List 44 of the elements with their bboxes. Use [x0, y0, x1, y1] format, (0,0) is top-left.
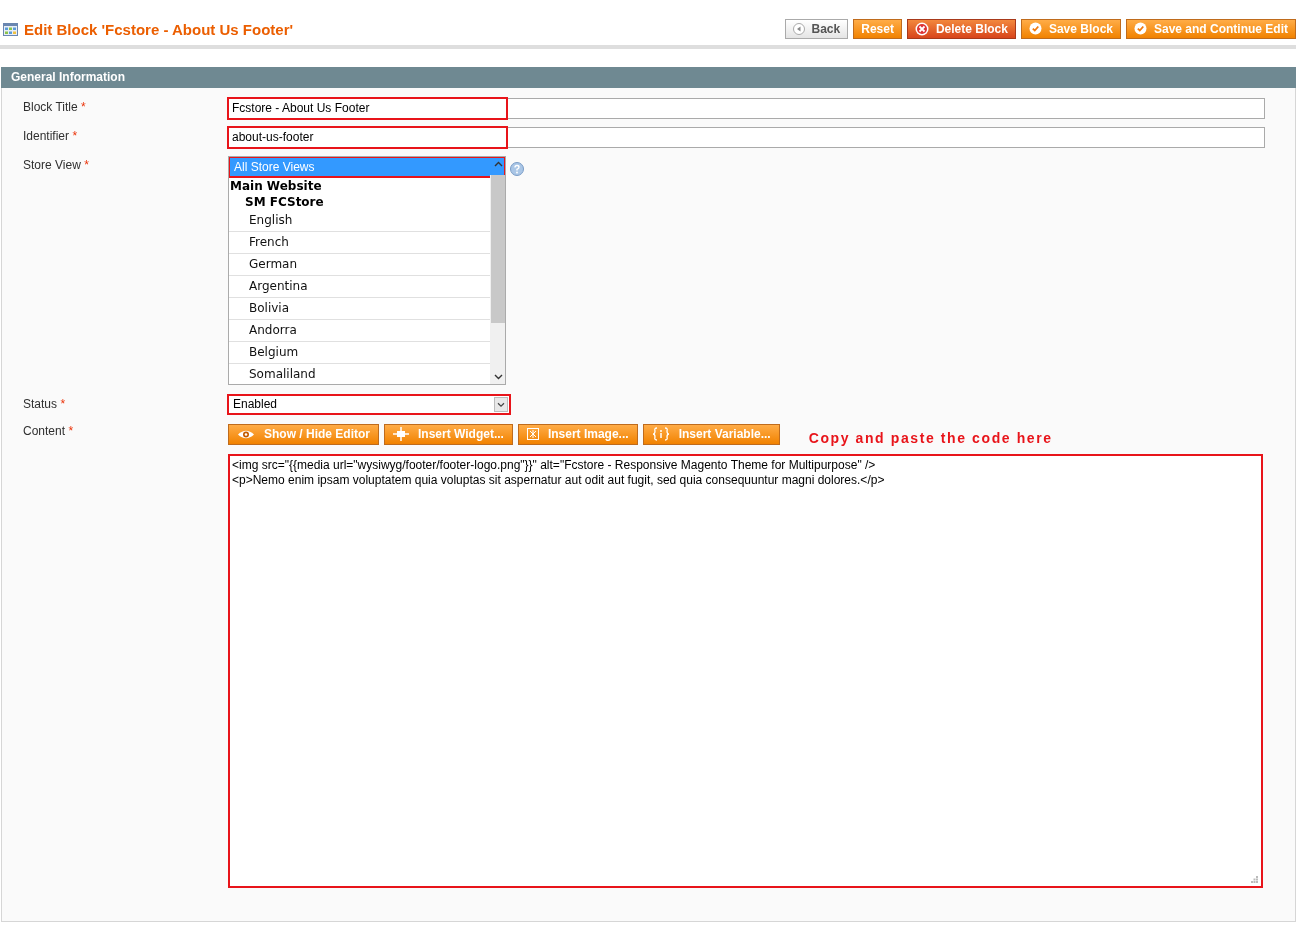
store-option[interactable]: Bolivia: [229, 298, 490, 320]
section-header: General Information: [1, 67, 1296, 88]
field-label: Identifier: [23, 129, 70, 143]
instruction-note: Copy and paste the code here: [808, 430, 1053, 446]
store-view-list[interactable]: All Store Views Main Website SM FCStore English French German Argentina Bolivia Andorra Belgium Somaliland: [228, 156, 506, 385]
store-option[interactable]: Belgium: [229, 342, 490, 364]
store-option[interactable]: English: [229, 210, 490, 232]
status-select[interactable]: Enabled: [228, 395, 510, 414]
field-label: Content: [23, 424, 66, 438]
required-mark: *: [81, 100, 86, 114]
field-label: Status: [23, 397, 58, 411]
required-mark: *: [84, 158, 89, 172]
field-label: Block Title: [23, 100, 78, 114]
option-group-label: SM FCStore: [244, 194, 325, 210]
back-button[interactable]: Back: [784, 19, 849, 39]
required-mark: *: [60, 397, 66, 411]
code-line: <p>Nemo enim ipsam voluptatem quia voluptas sit aspernatur aut odit aut fugit, sed quia consequuntur magni dolores.</p>: [232, 473, 886, 488]
text-field[interactable]: Fcstore - About Us Footer: [228, 98, 1265, 119]
help-icon[interactable]: [510, 162, 524, 176]
page-title: Edit Block 'Fcstore - About Us Footer': [24, 20, 294, 38]
scroll-up-icon[interactable]: [494, 161, 503, 167]
code-line: <img src="{{media url="wysiwyg/footer/footer-logo.png"}}" alt="Fcstore - Responsive Magento Theme for Multipurpose" />: [232, 458, 877, 473]
option-group-label: Main Website: [229, 178, 323, 194]
image-icon: [526, 428, 539, 440]
grid-icon: [3, 22, 18, 36]
close-icon: [914, 21, 929, 36]
field-label: Store View: [23, 158, 81, 172]
eye-icon: [237, 428, 255, 440]
text-field[interactable]: about-us-footer: [228, 127, 1265, 148]
dropdown-caret-icon: [494, 397, 508, 412]
required-mark: *: [68, 424, 74, 438]
store-option[interactable]: Andorra: [229, 320, 490, 342]
required-mark: *: [72, 129, 78, 143]
check-icon: [1028, 22, 1042, 35]
store-option[interactable]: Argentina: [229, 276, 490, 298]
store-option[interactable]: German: [229, 254, 490, 276]
check-icon: [1134, 22, 1147, 35]
scrollbar[interactable]: [490, 175, 505, 384]
variable-icon: [651, 427, 670, 441]
store-option[interactable]: French: [229, 232, 490, 254]
resize-grip-icon[interactable]: [1251, 876, 1258, 883]
scroll-down-icon[interactable]: [494, 374, 503, 380]
content-textarea[interactable]: [228, 454, 1263, 888]
widget-icon: [393, 427, 409, 441]
